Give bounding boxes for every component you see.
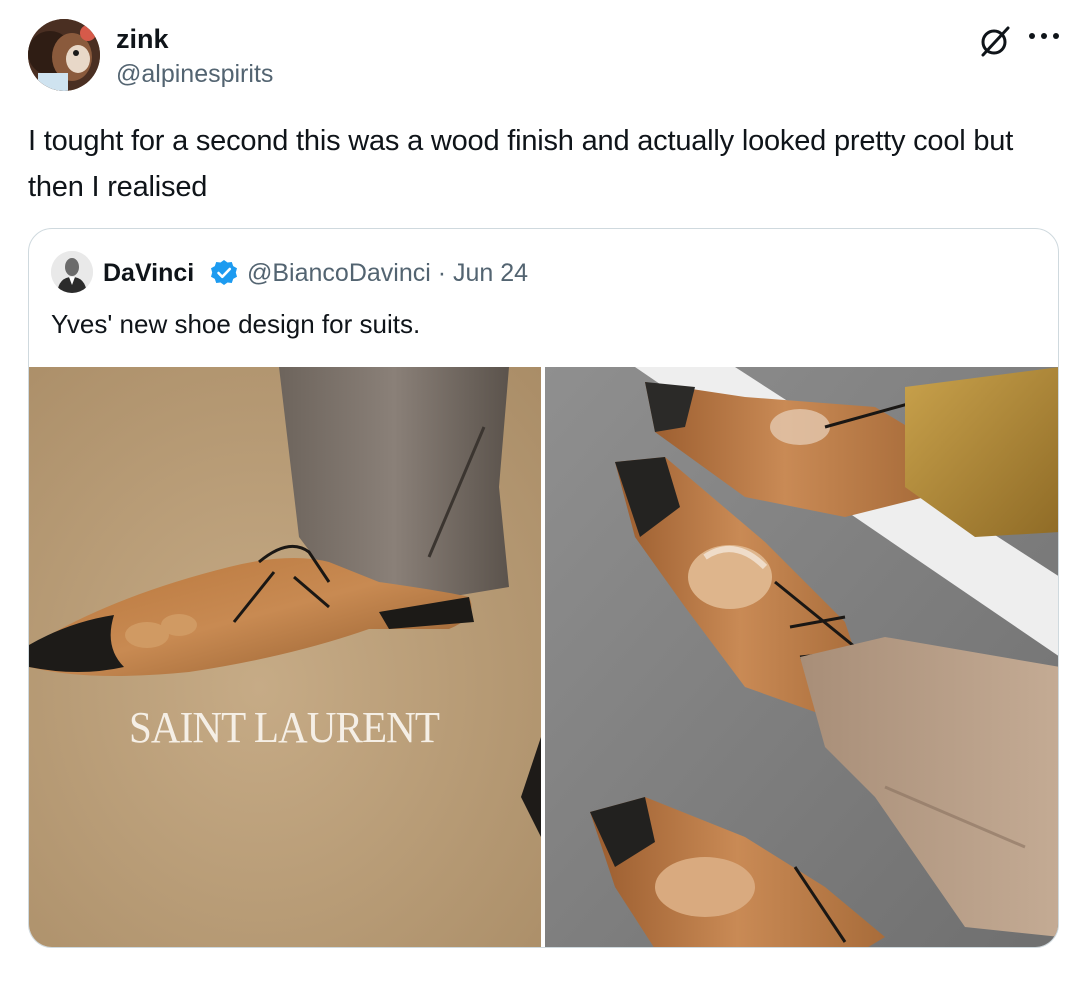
quoted-text: Yves' new shoe design for suits.	[51, 309, 421, 339]
saint-laurent-logo: SAINT LAURENT	[129, 703, 440, 752]
quoted-photo-right[interactable]	[545, 367, 1058, 947]
quoted-avatar-icon	[51, 251, 93, 293]
quoted-handle-date[interactable]: @BiancoDavinci · Jun 24	[247, 259, 528, 288]
avatar-icon	[28, 19, 100, 91]
quoted-photo-left[interactable]: SAINT LAURENT	[29, 367, 541, 947]
verified-badge-icon	[209, 258, 239, 288]
quoted-display-name[interactable]: DaVinci	[103, 259, 194, 288]
author-display-name[interactable]: zink	[116, 24, 169, 55]
author-avatar[interactable]	[28, 19, 100, 91]
more-options-icon[interactable]	[1026, 26, 1062, 46]
grok-icon[interactable]	[978, 24, 1012, 58]
tweet-text: I tought for a second this was a wood fi…	[28, 125, 1014, 203]
quoted-tweet[interactable]: DaVinci @BiancoDavinci · Jun 24 Yves' ne…	[28, 228, 1059, 948]
author-handle[interactable]: @alpinespirits	[116, 60, 273, 89]
quoted-author-avatar[interactable]	[51, 251, 93, 293]
